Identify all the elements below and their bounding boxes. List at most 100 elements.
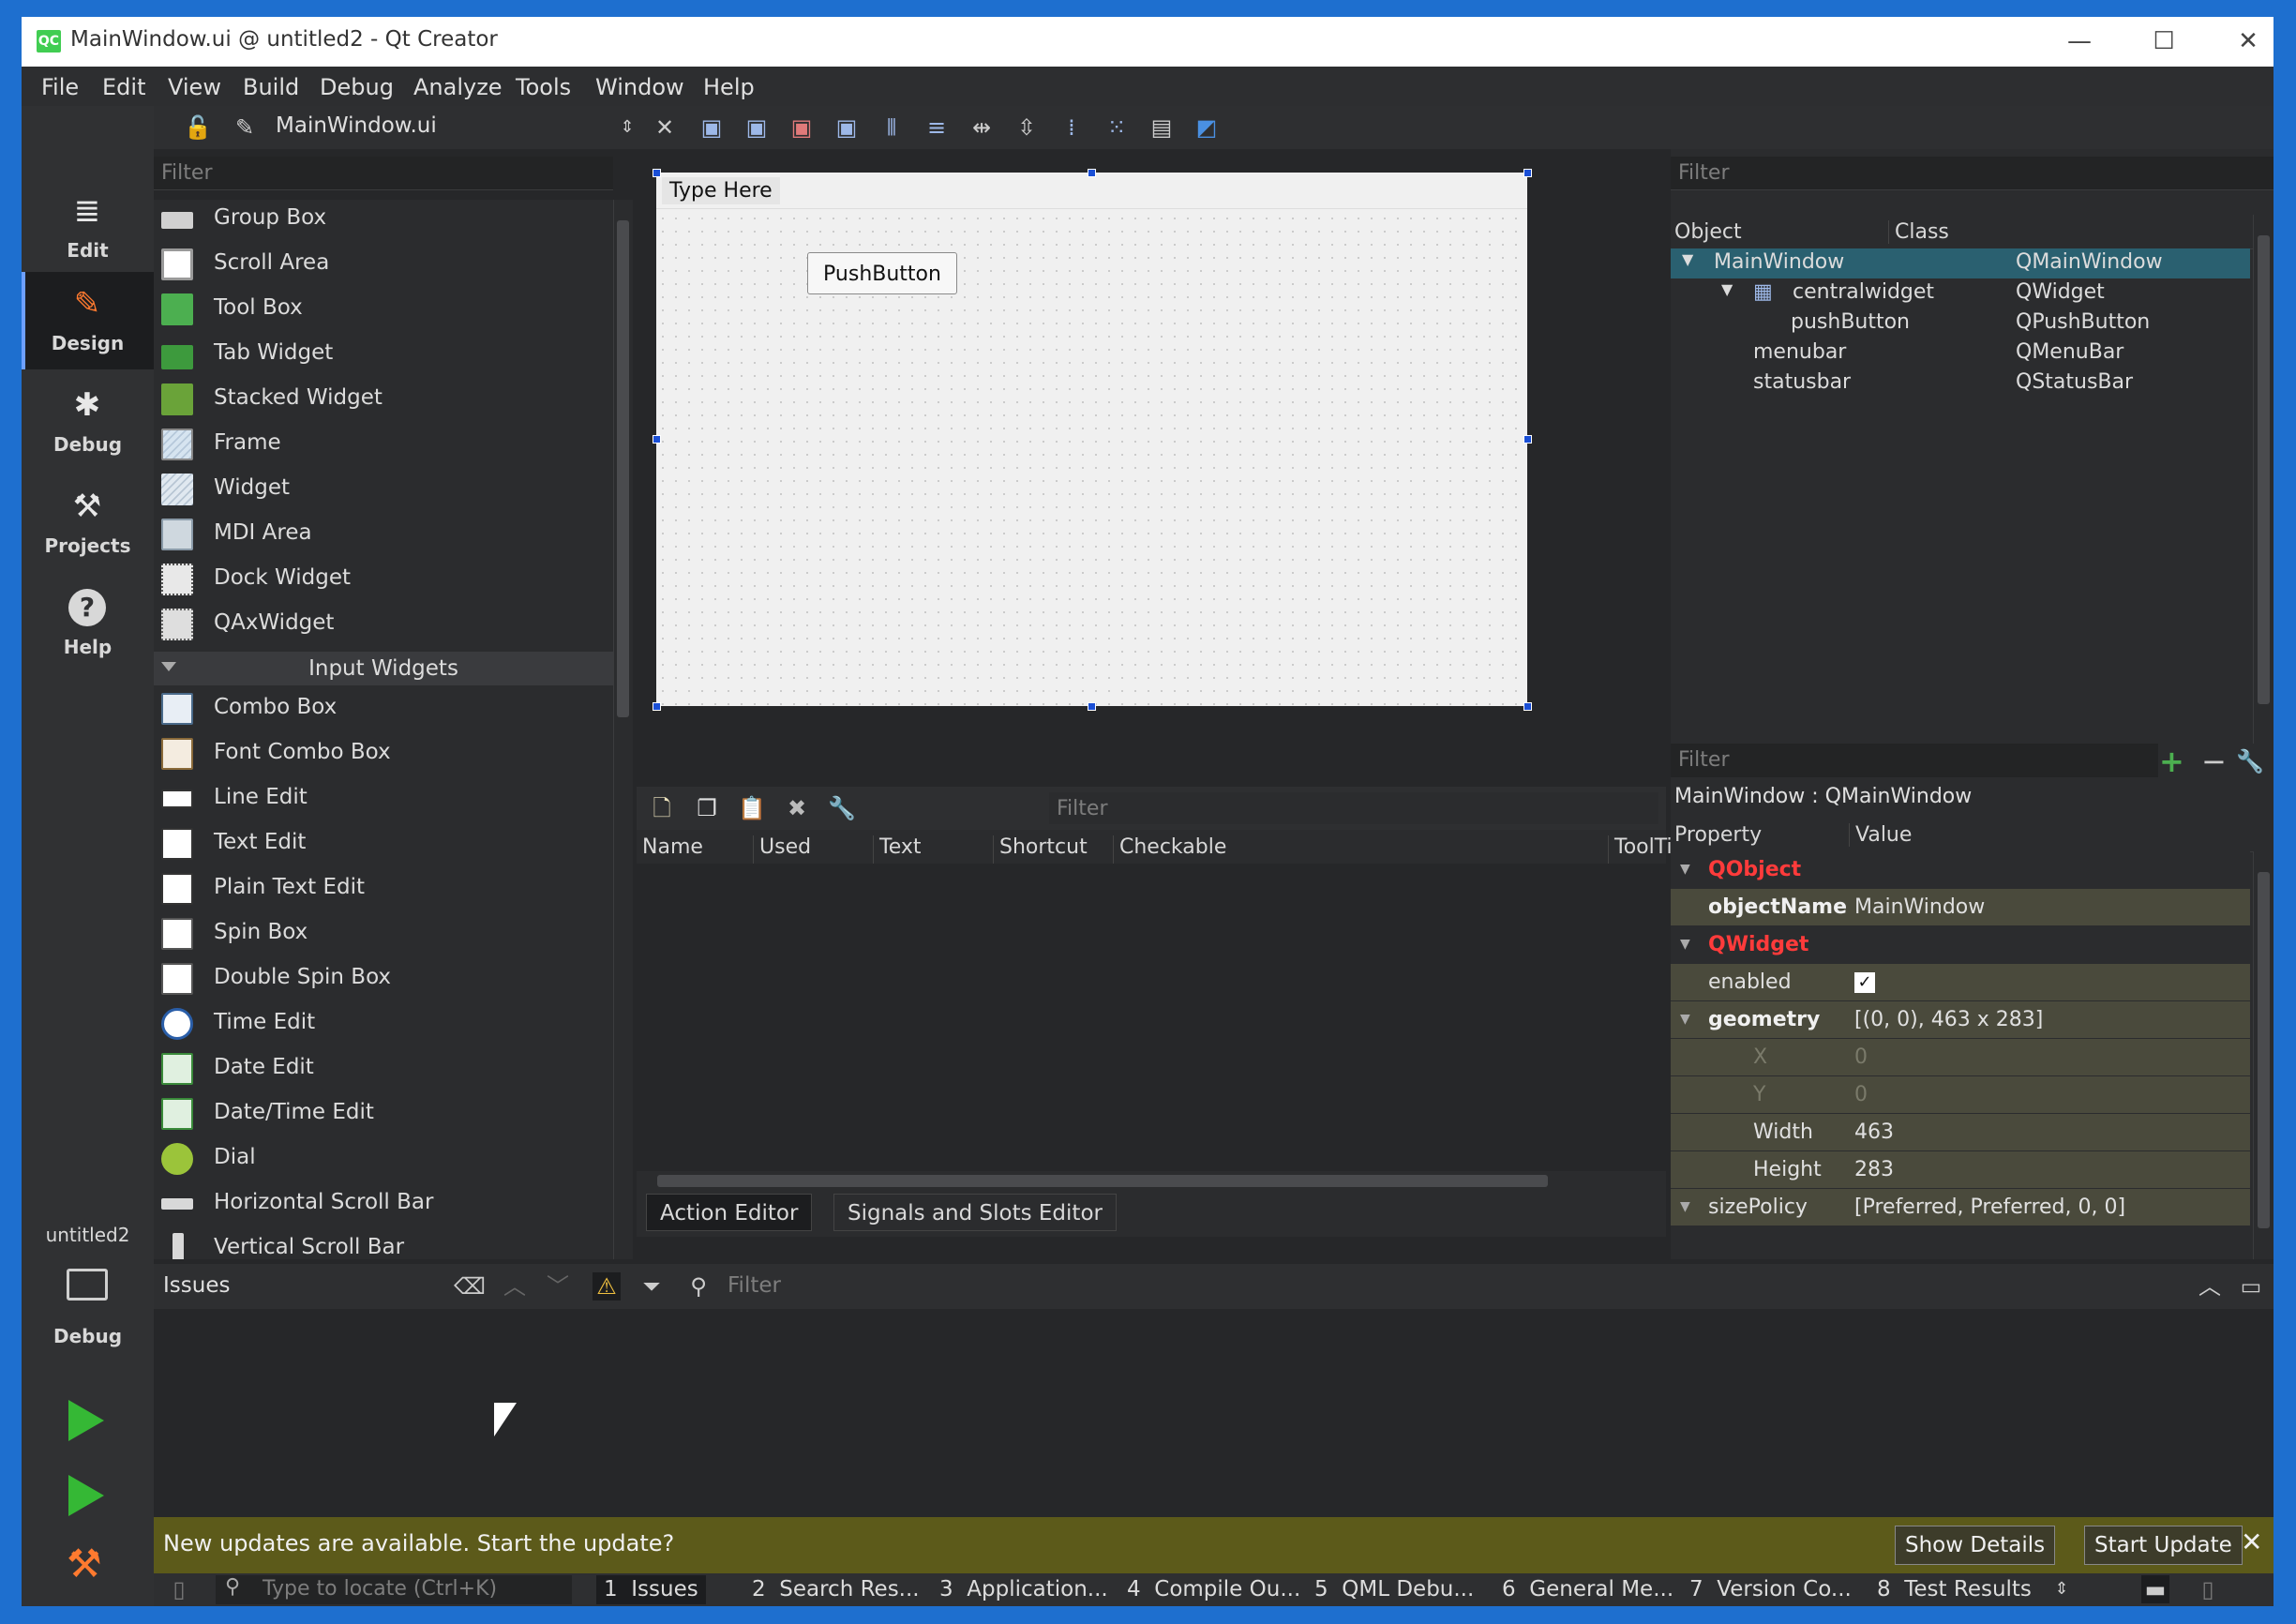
tree-row-pushbutton[interactable]: pushButton QPushButton bbox=[1671, 308, 2250, 338]
chevron-up-icon[interactable]: ︿ bbox=[501, 1272, 529, 1301]
resize-handle-l[interactable] bbox=[653, 435, 661, 444]
build-hammer-icon[interactable]: ⚒ bbox=[67, 1541, 102, 1586]
scrollbar-thumb[interactable] bbox=[2258, 872, 2270, 1228]
locator-input[interactable]: Type to locate (Ctrl+K) bbox=[263, 1577, 497, 1601]
close-document-icon[interactable]: ✕ bbox=[651, 113, 679, 142]
configure-icon[interactable]: 🔧 bbox=[828, 794, 856, 822]
col-text[interactable]: Text bbox=[873, 835, 922, 864]
widget-item-tool-box[interactable]: Tool Box bbox=[154, 287, 613, 332]
layout-horizontal-icon[interactable]: ⦀ bbox=[878, 113, 906, 142]
widget-item-line-edit[interactable]: Line Edit bbox=[154, 776, 613, 821]
property-scrollbar[interactable] bbox=[2253, 851, 2273, 1259]
mode-debug[interactable]: ✱ Debug bbox=[22, 373, 154, 471]
enabled-checkbox[interactable]: ✓ bbox=[1854, 972, 1875, 993]
col-shortcut[interactable]: Shortcut bbox=[993, 835, 1088, 864]
widget-box-filter[interactable]: Filter bbox=[154, 157, 613, 190]
output-tab-issues[interactable]: 1 Issues bbox=[596, 1575, 706, 1604]
edit-buddies-icon[interactable]: ▣ bbox=[788, 113, 816, 142]
issues-filter-input[interactable]: Filter bbox=[728, 1273, 781, 1298]
run-icon[interactable] bbox=[68, 1400, 104, 1441]
mode-edit[interactable]: ≣ Edit bbox=[22, 179, 154, 277]
resize-handle-b[interactable] bbox=[1088, 702, 1096, 711]
menu-file[interactable]: File bbox=[41, 74, 79, 100]
widget-item-group-box[interactable]: Group Box bbox=[154, 200, 613, 242]
resize-handle-br[interactable] bbox=[1523, 702, 1532, 711]
col-class[interactable]: Class bbox=[1888, 220, 1949, 244]
col-name[interactable]: Name bbox=[637, 835, 703, 864]
new-action-icon[interactable]: 🗋 bbox=[648, 794, 676, 822]
type-here-placeholder[interactable]: Type Here bbox=[662, 177, 780, 204]
output-tab-general-messages[interactable]: 6 General Me... bbox=[1494, 1575, 1681, 1604]
col-checkable[interactable]: Checkable bbox=[1113, 835, 1226, 864]
category-input-widgets[interactable]: Input Widgets bbox=[154, 652, 613, 685]
menu-debug[interactable]: Debug bbox=[320, 74, 394, 100]
menu-help[interactable]: Help bbox=[703, 74, 755, 100]
prop-value[interactable]: 0 bbox=[1854, 1045, 1868, 1069]
break-layout-icon[interactable]: ▤ bbox=[1148, 113, 1176, 142]
col-used[interactable]: Used bbox=[753, 835, 811, 864]
widget-item-horizontal-scroll-bar[interactable]: Horizontal Scroll Bar bbox=[154, 1181, 613, 1226]
open-document-name[interactable]: MainWindow.ui bbox=[276, 113, 437, 138]
mode-design[interactable]: ✎ Design bbox=[22, 272, 154, 369]
widget-item-qaxwidget[interactable]: QAxWidget bbox=[154, 602, 613, 647]
widget-item-plain-text-edit[interactable]: Plain Text Edit bbox=[154, 866, 613, 911]
object-filter-input[interactable]: Filter bbox=[1671, 157, 2273, 190]
monitor-icon[interactable] bbox=[67, 1269, 108, 1301]
tree-row-menubar[interactable]: menubar QMenuBar bbox=[1671, 338, 2250, 368]
menu-tools[interactable]: Tools bbox=[516, 74, 571, 100]
locator-box[interactable]: ⚲ Type to locate (Ctrl+K) bbox=[216, 1575, 572, 1604]
object-tree-scrollbar[interactable] bbox=[2253, 215, 2273, 744]
layout-v-splitter-icon[interactable]: ⇳ bbox=[1013, 113, 1041, 142]
toggle-sidebar-icon[interactable]: ▯ bbox=[165, 1575, 193, 1603]
resize-handle-tr[interactable] bbox=[1523, 169, 1532, 177]
form-push-button[interactable]: PushButton bbox=[807, 252, 957, 294]
output-tab-compile-output[interactable]: 4 Compile Ou... bbox=[1119, 1575, 1308, 1604]
edit-tab-order-icon[interactable]: ▣ bbox=[833, 113, 861, 142]
layout-grid-icon[interactable]: ⁙ bbox=[1103, 113, 1131, 142]
action-table-body[interactable] bbox=[637, 864, 1666, 1171]
minimize-button[interactable]: — bbox=[2037, 17, 2122, 67]
issues-list[interactable] bbox=[154, 1309, 2273, 1517]
tree-row-statusbar[interactable]: statusbar QStatusBar bbox=[1671, 368, 2250, 398]
output-tab-version-control[interactable]: 7 Version Co... bbox=[1682, 1575, 1859, 1604]
action-filter-input[interactable]: Filter bbox=[1049, 792, 1658, 824]
resize-handle-tl[interactable] bbox=[653, 169, 661, 177]
tree-row-centralwidget[interactable]: ▼ ▦ centralwidget QWidget bbox=[1671, 278, 2250, 308]
paste-action-icon[interactable]: 📋 bbox=[738, 794, 766, 822]
prop-row-enabled[interactable]: enabled ✓ bbox=[1671, 964, 2250, 1001]
widget-item-font-combo-box[interactable]: Font Combo Box bbox=[154, 731, 613, 776]
prop-row-y[interactable]: Y 0 bbox=[1671, 1076, 2250, 1114]
menu-build[interactable]: Build bbox=[243, 74, 299, 100]
scrollbar-thumb[interactable] bbox=[2258, 235, 2270, 704]
chevron-down-icon[interactable]: ﹀ bbox=[544, 1272, 572, 1301]
remove-dynamic-property-icon[interactable]: − bbox=[2201, 744, 2227, 779]
tab-action-editor[interactable]: Action Editor bbox=[646, 1194, 813, 1231]
configure-property-icon[interactable]: 🔧 bbox=[2236, 748, 2264, 774]
layout-h-splitter-icon[interactable]: ⇹ bbox=[968, 113, 996, 142]
document-switch-icon[interactable]: ⇕ bbox=[613, 113, 641, 142]
prop-value[interactable]: MainWindow bbox=[1854, 895, 1985, 919]
maximize-button[interactable]: ☐ bbox=[2122, 17, 2206, 67]
widget-item-datetime-edit[interactable]: Date/Time Edit bbox=[154, 1091, 613, 1136]
tree-row-mainwindow[interactable]: ▼ MainWindow QMainWindow bbox=[1671, 248, 2250, 278]
mode-projects[interactable]: ⚒ Projects bbox=[22, 474, 154, 572]
output-tab-test-results[interactable]: 8 Test Results bbox=[1869, 1575, 2039, 1604]
mode-help[interactable]: ? Help bbox=[22, 576, 154, 673]
widget-item-frame[interactable]: Frame bbox=[154, 422, 613, 467]
edit-signals-icon[interactable]: ▣ bbox=[743, 113, 771, 142]
output-tab-qml-debugger[interactable]: 5 QML Debu... bbox=[1307, 1575, 1481, 1604]
start-update-button[interactable]: Start Update bbox=[2084, 1526, 2243, 1565]
close-button[interactable]: ✕ bbox=[2206, 17, 2273, 67]
tab-signals-slots-editor[interactable]: Signals and Slots Editor bbox=[833, 1194, 1117, 1231]
close-pane-icon[interactable]: ▭ bbox=[2237, 1272, 2265, 1301]
resize-handle-bl[interactable] bbox=[653, 702, 661, 711]
prop-value[interactable]: [Preferred, Preferred, 0, 0] bbox=[1854, 1195, 2125, 1219]
debug-run-icon[interactable] bbox=[68, 1475, 104, 1516]
adjust-size-icon[interactable]: ◩ bbox=[1193, 113, 1221, 142]
widget-item-text-edit[interactable]: Text Edit bbox=[154, 821, 613, 866]
widget-item-date-edit[interactable]: Date Edit bbox=[154, 1046, 613, 1091]
copy-action-icon[interactable]: ❐ bbox=[693, 794, 721, 822]
col-property[interactable]: Property bbox=[1674, 823, 1762, 847]
toggle-right-sidebar-icon[interactable]: ▯ bbox=[2194, 1575, 2222, 1603]
add-dynamic-property-icon[interactable]: + bbox=[2159, 744, 2184, 779]
